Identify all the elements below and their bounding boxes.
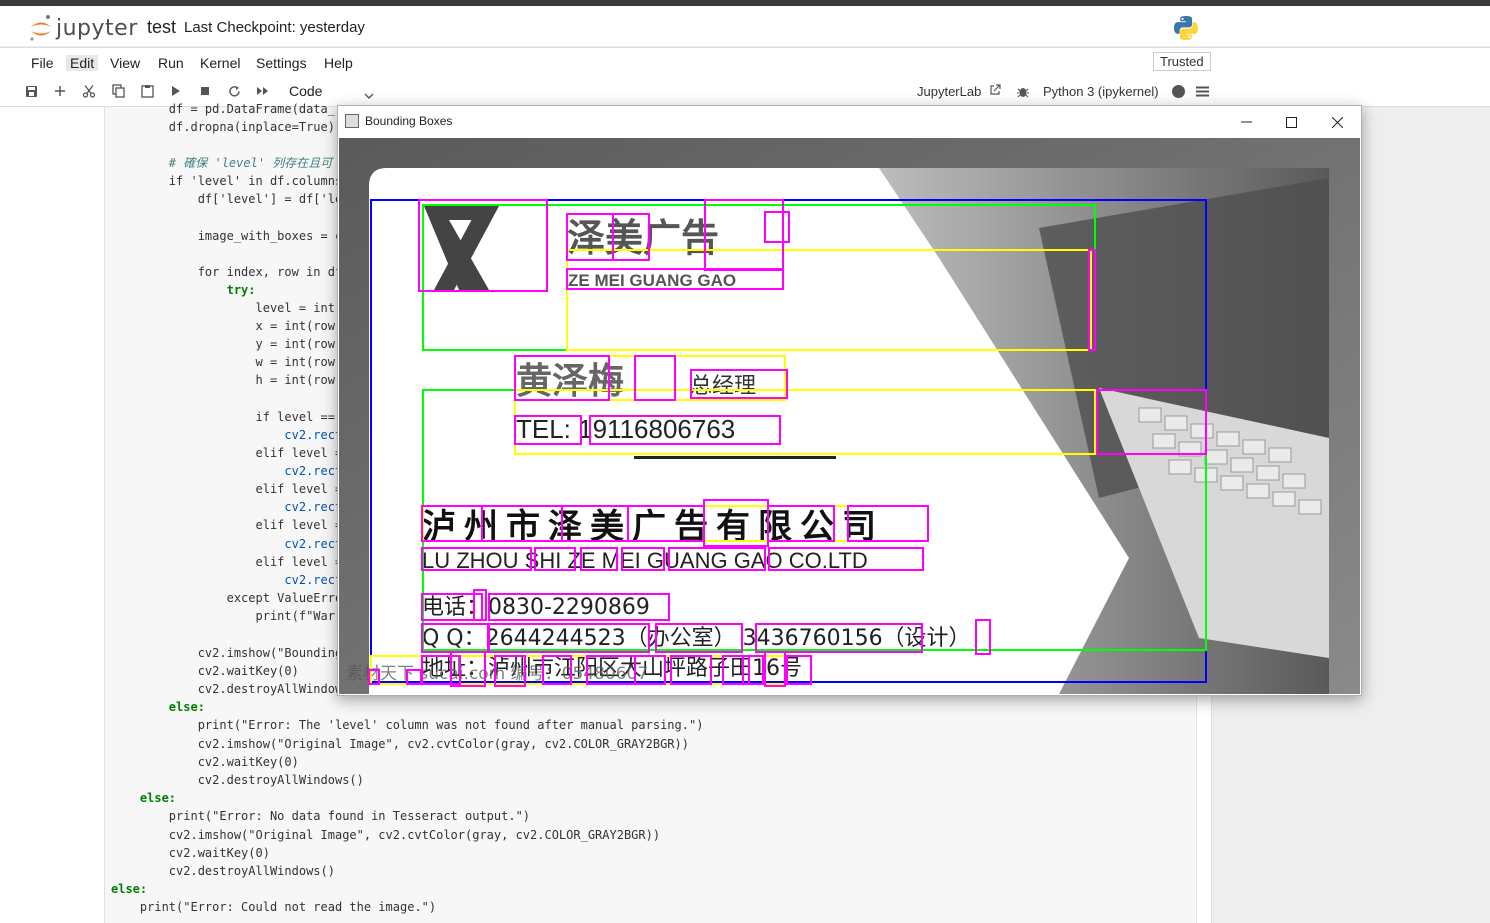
menu-run[interactable]: Run xyxy=(158,55,184,71)
phone-text: 电话：0830-2290869 xyxy=(422,595,650,620)
logo-text: jupyter xyxy=(56,15,138,41)
copy-icon[interactable] xyxy=(110,83,126,99)
menu-view[interactable]: View xyxy=(110,55,140,71)
add-cell-icon[interactable] xyxy=(52,83,68,99)
external-link-icon[interactable] xyxy=(987,82,1003,98)
stop-icon[interactable] xyxy=(197,83,213,99)
code-line: df.dropna(inplace=True) xyxy=(111,118,335,136)
code-line: cv2.rect xyxy=(111,500,343,514)
code-line: cv2.rect xyxy=(111,573,343,587)
menu-help[interactable]: Help xyxy=(324,55,353,71)
code-comment: # 確保 'level' 列存在且可 xyxy=(111,156,333,170)
code-line: cv2.waitKey(0) xyxy=(111,755,299,769)
code-line: try: xyxy=(111,283,256,297)
python-logo-icon xyxy=(1174,16,1198,40)
qq-text: Q Q：2644244523（办公室） 3436760156（设计） xyxy=(422,626,971,651)
menu-settings[interactable]: Settings xyxy=(256,55,307,71)
code-line: cv2.waitKey(0) xyxy=(111,664,299,678)
code-line: if level == xyxy=(111,410,335,424)
code-line: else: xyxy=(111,791,177,805)
close-icon[interactable] xyxy=(1327,112,1347,132)
code-line: elif level = xyxy=(111,446,343,460)
kernel-name[interactable]: Python 3 (ipykernel) xyxy=(1043,84,1159,99)
image-canvas: 泽美广告 ZE MEI GUANG GAO 黄泽梅 总经理 TEL: 19116… xyxy=(339,138,1360,694)
paste-icon[interactable] xyxy=(139,83,155,99)
code-line: w = int(row[ xyxy=(111,355,343,369)
code-line: cv2.destroyAllWindow xyxy=(111,682,343,696)
menu-kernel[interactable]: Kernel xyxy=(200,55,240,71)
code-line: h = int(row[ xyxy=(111,373,343,387)
person-name-text: 黄泽梅 xyxy=(516,361,624,402)
notebook-header: jupyter test Last Checkpoint: yesterday xyxy=(0,6,1490,46)
maximize-icon[interactable] xyxy=(1281,112,1301,132)
code-line: print("Error: Could not read the image."… xyxy=(111,900,437,914)
tel-text: TEL: 19116806763 xyxy=(516,414,735,444)
person-role-text: 总经理 xyxy=(690,374,756,399)
jupyter-logo-icon xyxy=(30,15,51,41)
menu-edit[interactable]: Edit xyxy=(66,55,99,71)
code-line: cv2.imshow("Original Image", cv2.cvtColo… xyxy=(111,737,689,751)
divider-line xyxy=(634,456,836,459)
menu-file[interactable]: File xyxy=(31,55,54,71)
minimize-icon[interactable] xyxy=(1236,112,1256,132)
brand-en-text: ZE MEI GUANG GAO xyxy=(568,271,736,290)
window-app-icon xyxy=(345,114,359,128)
code-line: image_with_boxes = c xyxy=(111,229,343,243)
code-line: df['level'] = df['le xyxy=(111,192,343,206)
code-line: y = int(row[ xyxy=(111,337,343,351)
code-token: df.dropna(inplace=True) xyxy=(111,120,335,134)
code-line: except ValueErro xyxy=(111,591,343,605)
cut-icon[interactable] xyxy=(81,83,97,99)
restart-icon[interactable] xyxy=(226,83,242,99)
code-line: else: xyxy=(111,882,148,896)
code-line: cv2.rect xyxy=(111,537,343,551)
checkpoint-status: Last Checkpoint: yesterday xyxy=(184,19,365,36)
business-card-image: 泽美广告 ZE MEI GUANG GAO 黄泽梅 总经理 TEL: 19116… xyxy=(339,138,1360,694)
code-line: cv2.destroyAllWindows() xyxy=(111,864,335,878)
notebook-name[interactable]: test xyxy=(147,17,176,38)
save-icon[interactable] xyxy=(23,83,39,99)
code-line: cv2.destroyAllWindows() xyxy=(111,773,364,787)
code-line: elif level = xyxy=(111,482,343,496)
code-line: else: xyxy=(111,700,205,714)
code-line: cv2.rect xyxy=(111,464,343,478)
code-line: x = int(row[ xyxy=(111,319,343,333)
cell-type-select[interactable]: Code xyxy=(289,83,322,99)
debugger-bug-icon[interactable] xyxy=(1015,83,1031,99)
code-line: elif level = xyxy=(111,555,343,569)
kernel-status-icon xyxy=(1172,85,1185,98)
code-line: if 'level' in df.columns xyxy=(111,174,343,188)
code-line: level = int( xyxy=(111,301,343,315)
code-line: cv2.imshow("Original Image", cv2.cvtColo… xyxy=(111,828,661,842)
trusted-badge[interactable]: Trusted xyxy=(1153,52,1211,71)
code-line: cv2.waitKey(0) xyxy=(111,846,270,860)
code-line: cv2.imshow("Bounding xyxy=(111,646,343,660)
restart-run-all-icon[interactable] xyxy=(255,83,271,99)
code-line: print("Error: The 'level' column was not… xyxy=(111,718,704,732)
window-title: Bounding Boxes xyxy=(365,114,453,128)
code-line: print(f"Warr xyxy=(111,609,343,623)
brand-cn-text: 泽美广告 xyxy=(567,216,719,260)
jupyter-logo[interactable]: jupyter xyxy=(28,14,138,42)
jupyterlab-link[interactable]: JupyterLab xyxy=(917,84,981,99)
left-gutter xyxy=(0,107,104,923)
code-line: elif level = xyxy=(111,518,343,532)
code-line: df = pd.DataFrame(data_ xyxy=(111,102,335,116)
menu-hamburger-icon[interactable] xyxy=(1194,83,1210,99)
chevron-down-icon[interactable] xyxy=(364,87,374,105)
run-icon[interactable] xyxy=(168,83,184,99)
code-line: print("Error: No data found in Tesseract… xyxy=(111,809,531,823)
menu-bar: File Edit View Run Kernel Settings Help … xyxy=(0,47,1490,78)
window-titlebar[interactable]: Bounding Boxes xyxy=(338,106,1361,137)
bounding-boxes-window[interactable]: Bounding Boxes 泽美广告 ZE MEI GUANG GAO 黄泽梅… xyxy=(337,105,1362,696)
code-line: cv2.rect xyxy=(111,428,343,442)
code-line: for index, row in df xyxy=(111,265,343,279)
